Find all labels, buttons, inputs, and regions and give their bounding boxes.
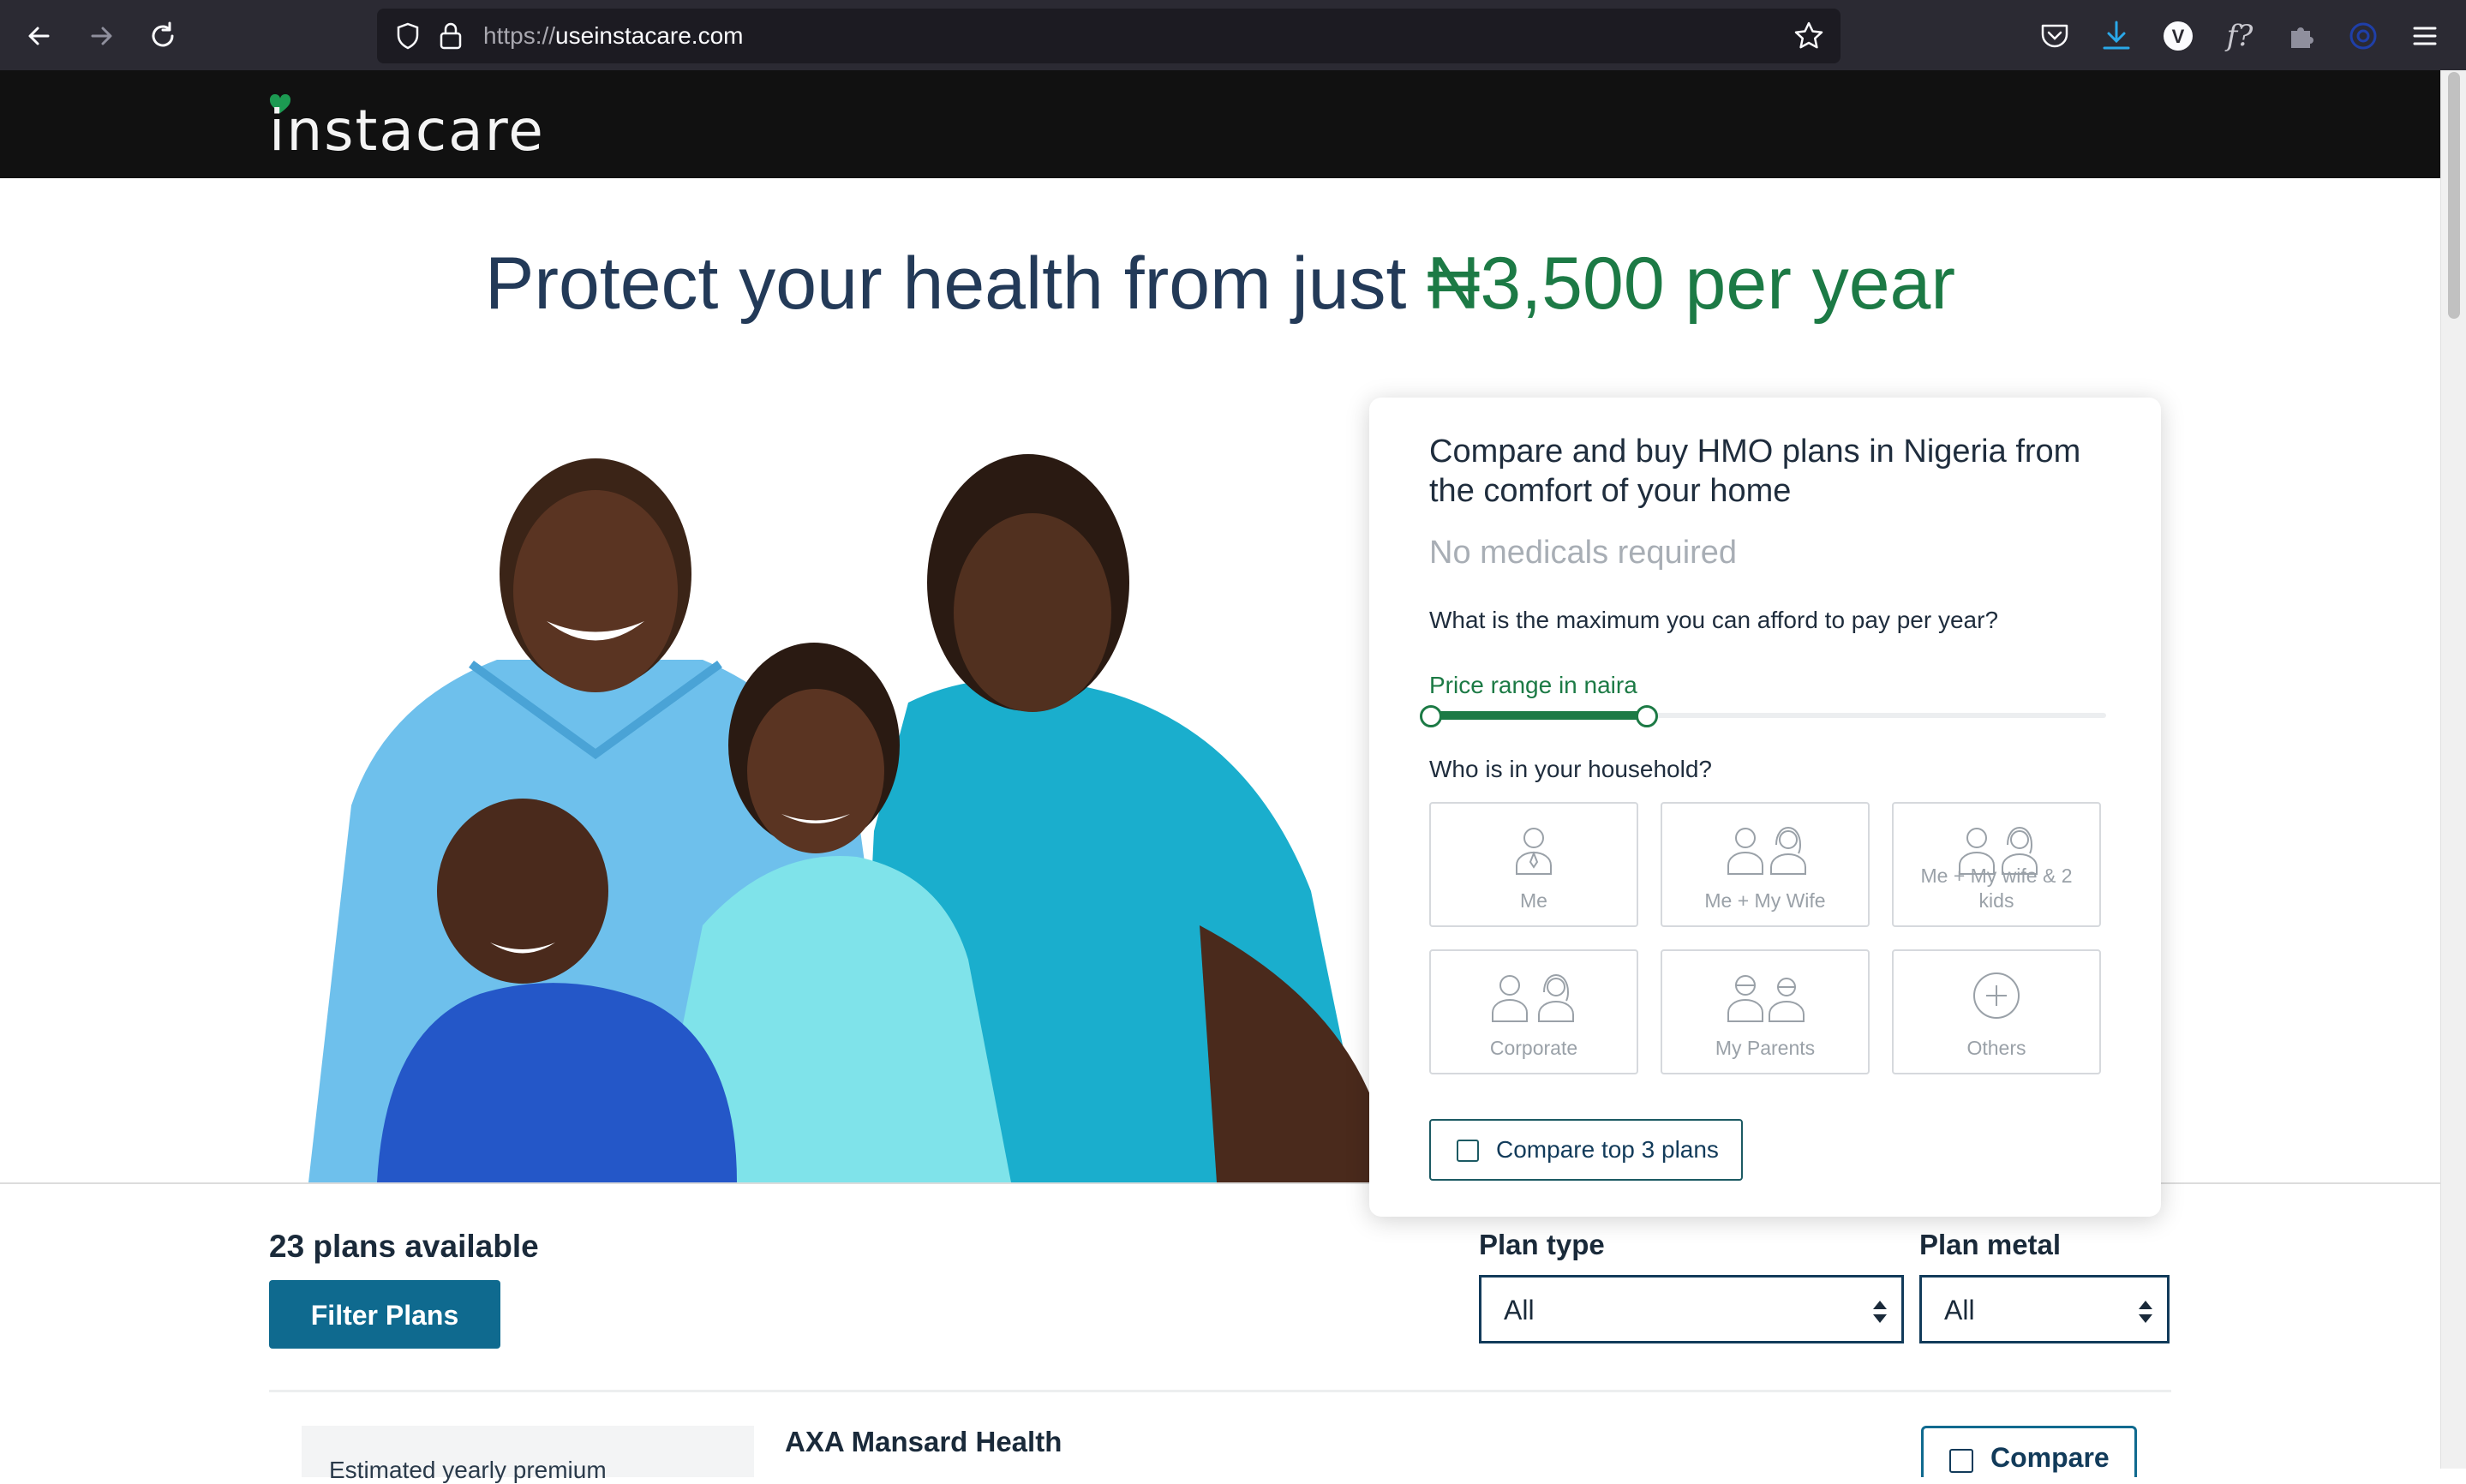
card-subtitle: No medicals required — [1429, 535, 1738, 571]
household-option-parents[interactable]: My Parents — [1661, 949, 1870, 1074]
household-label: Me + My wife & 2 kids — [1920, 865, 2073, 912]
shield-icon[interactable] — [392, 21, 423, 51]
menu-hamburger-icon[interactable] — [2406, 17, 2444, 55]
plan-premium-label: Estimated yearly premium — [329, 1457, 607, 1483]
svg-text:V: V — [2172, 26, 2185, 47]
plan-metal-value: All — [1944, 1295, 1975, 1325]
household-question: Who is in your household? — [1429, 756, 1712, 782]
card-title: Compare and buy HMO plans in Nigeria fro… — [1429, 434, 2081, 509]
single-person-icon — [1516, 828, 1552, 875]
page-scrollbar[interactable] — [2440, 70, 2466, 1469]
price-range-max-handle[interactable] — [1636, 705, 1659, 727]
household-label: Me + My Wife — [1704, 889, 1826, 912]
household-label: Others — [1966, 1037, 2026, 1059]
at-sign-icon[interactable] — [2344, 17, 2382, 55]
select-arrows-icon — [1873, 1301, 1887, 1323]
household-option-family[interactable]: Me + My wife & 2 kids — [1892, 802, 2101, 927]
pocket-icon[interactable] — [2036, 17, 2074, 55]
compare-plan-button[interactable]: Compare — [1921, 1426, 2137, 1477]
browser-toolbar: https://useinstacare.com V f? — [0, 0, 2466, 70]
url-scheme: https:// — [483, 22, 556, 49]
plus-circle-icon — [1973, 972, 2020, 1019]
price-range-label: Price range in naira — [1429, 672, 1637, 698]
corporate-icon — [1492, 973, 1574, 1022]
plan-type-label: Plan type — [1479, 1229, 1605, 1260]
plan-name[interactable]: AXA Mansard Health — [785, 1426, 1062, 1458]
household-option-corporate[interactable]: Corporate — [1429, 949, 1638, 1074]
compare-top-label: Compare top 3 plans — [1496, 1136, 1719, 1163]
hero-title: Protect your health from just ₦3,500 per… — [0, 242, 2440, 326]
logo-text: instacare — [269, 98, 545, 164]
hero-title-text: Protect your health from just — [484, 242, 1428, 325]
filter-plans-button[interactable]: Filter Plans — [269, 1280, 500, 1349]
parents-icon — [1727, 975, 1805, 1022]
back-arrow-icon[interactable] — [22, 19, 57, 53]
site-header: instacare — [0, 70, 2440, 178]
plan-premium-panel: Estimated yearly premium — [302, 1426, 754, 1483]
compare-plan-checkbox[interactable] — [1949, 1449, 1973, 1473]
url-host: useinstacare.com — [555, 22, 744, 49]
forward-arrow-icon[interactable] — [84, 19, 118, 53]
scrollbar-thumb[interactable] — [2448, 72, 2460, 319]
address-bar[interactable]: https://useinstacare.com — [377, 9, 1841, 63]
household-option-me[interactable]: Me — [1429, 802, 1638, 927]
household-label: Me — [1520, 889, 1547, 912]
household-label: Corporate — [1489, 1037, 1578, 1059]
family-photo — [308, 454, 1371, 1182]
compare-plan-label: Compare — [1990, 1442, 2110, 1473]
url-text[interactable]: https://useinstacare.com — [483, 22, 743, 50]
font-finder-icon[interactable]: f? — [2221, 17, 2259, 55]
vpn-extension-icon[interactable]: V — [2159, 17, 2197, 55]
compare-top-plans-button[interactable]: Compare top 3 plans — [1429, 1119, 1743, 1181]
household-option-others[interactable]: Others — [1892, 949, 2101, 1074]
plan-finder-card: Compare and buy HMO plans in Nigeria fro… — [1369, 398, 2161, 1217]
reload-icon[interactable] — [146, 19, 180, 53]
plan-metal-label: Plan metal — [1919, 1229, 2062, 1260]
hero-title-price: ₦3,500 per year — [1427, 242, 1956, 325]
bookmark-star-icon[interactable] — [1793, 20, 1825, 52]
plan-type-select[interactable]: All — [1479, 1275, 1904, 1343]
household-label: My Parents — [1715, 1037, 1816, 1059]
price-range-fill — [1431, 711, 1648, 720]
plans-count: 23 plans available — [269, 1229, 539, 1264]
lock-icon[interactable] — [437, 21, 464, 51]
price-question: What is the maximum you can afford to pa… — [1429, 607, 1999, 633]
puzzle-extension-icon[interactable] — [2283, 17, 2320, 55]
plan-metal-select[interactable]: All — [1919, 1275, 2170, 1343]
plan-type-value: All — [1504, 1295, 1535, 1325]
download-icon[interactable] — [2098, 17, 2135, 55]
household-option-me-wife[interactable]: Me + My Wife — [1661, 802, 1870, 927]
select-arrows-icon — [2139, 1301, 2152, 1323]
price-range-min-handle[interactable] — [1420, 705, 1442, 727]
compare-top-checkbox[interactable] — [1457, 1140, 1479, 1162]
couple-icon — [1727, 826, 1806, 875]
plans-divider — [269, 1390, 2171, 1392]
